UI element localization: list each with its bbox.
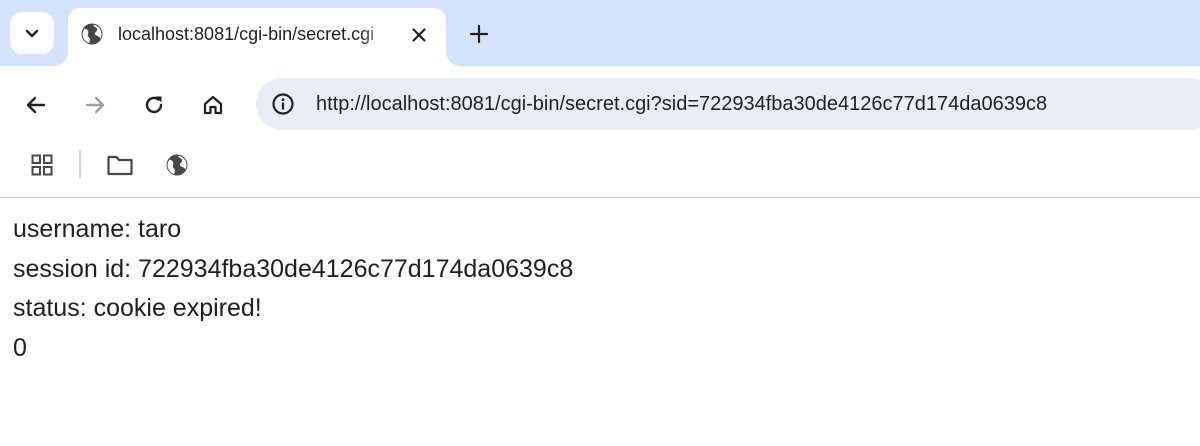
url-text[interactable]: http://localhost:8081/cgi-bin/secret.cgi… — [316, 93, 1047, 116]
tab-close-button[interactable] — [406, 22, 432, 48]
site-info-button[interactable] — [270, 91, 296, 117]
apps-button[interactable] — [27, 150, 57, 180]
info-icon — [271, 92, 295, 116]
reload-button[interactable] — [137, 88, 171, 122]
tab-active[interactable]: localhost:8081/cgi-bin/secret.cgi — [68, 8, 446, 66]
username-line: username: taro — [13, 215, 182, 243]
new-tab-button[interactable] — [462, 17, 496, 51]
arrow-left-icon — [24, 93, 48, 117]
chevron-down-icon — [23, 24, 41, 42]
bookmarks-bar — [0, 142, 1200, 198]
status-line: status: cookie expired! — [13, 294, 262, 322]
browser-window: localhost:8081/cgi-bin/secret.cgi http:/… — [0, 0, 1200, 446]
folder-icon — [106, 153, 134, 177]
toolbar: http://localhost:8081/cgi-bin/secret.cgi… — [0, 66, 1200, 142]
home-icon — [201, 93, 225, 117]
tab-strip: localhost:8081/cgi-bin/secret.cgi — [0, 0, 1200, 66]
apps-grid-icon — [30, 153, 54, 177]
session-id-line: session id: 722934fba30de4126c77d174da06… — [13, 255, 574, 283]
value-line: 0 — [13, 334, 27, 362]
plus-icon — [469, 24, 489, 44]
arrow-right-icon — [83, 93, 107, 117]
bookmark-folder[interactable] — [105, 150, 135, 180]
close-icon — [411, 27, 427, 43]
page-content: username: taro session id: 722934fba30de… — [0, 198, 1200, 446]
bookmarks-separator — [79, 150, 81, 178]
bookmark-site[interactable] — [162, 150, 192, 180]
tab-search-button[interactable] — [10, 12, 54, 54]
reload-icon — [142, 93, 166, 117]
back-button[interactable] — [19, 88, 53, 122]
address-bar[interactable]: http://localhost:8081/cgi-bin/secret.cgi… — [256, 78, 1200, 130]
globe-icon — [165, 153, 189, 177]
home-button[interactable] — [196, 88, 230, 122]
tab-title: localhost:8081/cgi-bin/secret.cgi — [118, 24, 375, 44]
forward-button[interactable] — [78, 88, 112, 122]
globe-icon — [80, 22, 104, 46]
